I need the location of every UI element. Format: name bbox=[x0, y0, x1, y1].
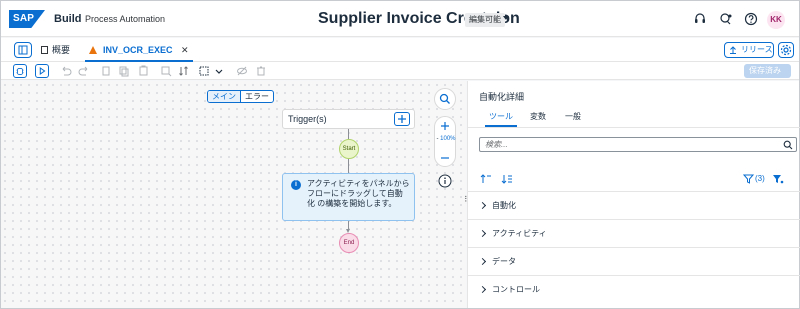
cut-icon[interactable] bbox=[99, 64, 113, 78]
list-item-data[interactable]: データ bbox=[468, 247, 800, 275]
editor-toolbar: 保存済み ✓ bbox=[1, 62, 799, 91]
tab-overview[interactable]: 概要 bbox=[41, 38, 70, 62]
hint-text: アクティビティをパネルから フローにドラッグして自動化 の構築を開始します。 bbox=[307, 179, 410, 208]
segment-error[interactable]: エラー bbox=[241, 91, 273, 102]
editor-tab-bar: 概要 INV_OCR_EXEC ✕ リリース bbox=[1, 38, 799, 62]
automation-icon bbox=[89, 46, 97, 54]
chevron-right-icon bbox=[478, 257, 487, 266]
zoom-control: - 100% bbox=[434, 116, 456, 167]
list-item-control[interactable]: コントロール bbox=[468, 275, 800, 303]
list-item-label: コントロール bbox=[492, 285, 540, 294]
close-icon[interactable]: ✕ bbox=[181, 45, 189, 55]
chevron-down-icon[interactable] bbox=[212, 64, 226, 78]
search-icon[interactable] bbox=[783, 140, 793, 150]
empty-flow-hint: i アクティビティをパネルから フローにドラッグして自動化 の構築を開始します。 bbox=[282, 173, 415, 221]
tab-variables[interactable]: 変数 bbox=[530, 111, 546, 127]
list-item-activity[interactable]: アクティビティ bbox=[468, 219, 800, 247]
product-name: Process Automation bbox=[85, 14, 166, 24]
list-item-label: データ bbox=[492, 257, 516, 266]
zoom-level: - 100% bbox=[436, 136, 456, 142]
start-node[interactable]: Start bbox=[339, 139, 359, 159]
automation-details-panel: 自動化詳細 ツール 変数 一般 検索... (3) 自動化 アクティビティ デー… bbox=[467, 81, 800, 308]
segment-main[interactable]: メイン bbox=[208, 91, 241, 102]
sort-icon[interactable] bbox=[177, 64, 191, 78]
tab-overview-label: 概要 bbox=[52, 45, 71, 55]
brand-name: Build bbox=[54, 13, 82, 25]
chevron-right-icon bbox=[478, 285, 487, 294]
sort-ascending-icon[interactable] bbox=[480, 174, 492, 184]
sap-logo[interactable]: SAP bbox=[9, 10, 45, 28]
filter-icon[interactable] bbox=[743, 174, 755, 184]
trigger-label: Trigger(s) bbox=[288, 114, 327, 124]
list-item-label: アクティビティ bbox=[492, 229, 547, 238]
saved-button[interactable]: 保存済み ✓ bbox=[744, 64, 791, 91]
edit-status-badge[interactable]: 編集可能 bbox=[465, 13, 505, 27]
tab-active-label: INV_OCR_EXEC bbox=[103, 45, 173, 55]
release-button[interactable]: リリース bbox=[724, 42, 774, 58]
feedback-icon[interactable] bbox=[719, 12, 733, 26]
tool-search-input[interactable]: 検索... bbox=[479, 137, 797, 152]
zoom-out-icon[interactable] bbox=[440, 153, 450, 163]
saved-label: 保存済み bbox=[749, 66, 781, 75]
tab-inv-ocr-exec[interactable]: INV_OCR_EXEC ✕ bbox=[85, 38, 193, 62]
flow-canvas[interactable]: メイン エラー Trigger(s) Start i アクティビティをパネルから… bbox=[1, 81, 470, 308]
chevron-right-icon bbox=[478, 229, 487, 238]
info-icon[interactable] bbox=[438, 174, 452, 188]
sidebar-toggle-button[interactable] bbox=[14, 42, 32, 58]
connector-line bbox=[348, 159, 349, 173]
connector-line bbox=[348, 129, 349, 139]
hide-icon[interactable] bbox=[235, 64, 249, 78]
panel-icon bbox=[18, 45, 28, 55]
copy-icon[interactable] bbox=[117, 64, 131, 78]
flow-segment-switch[interactable]: メイン エラー bbox=[207, 90, 274, 103]
search-icon bbox=[439, 93, 450, 104]
select-icon[interactable] bbox=[197, 64, 211, 78]
redo-icon[interactable] bbox=[77, 64, 91, 78]
release-label: リリース bbox=[741, 45, 773, 54]
search-placeholder: 検索... bbox=[485, 140, 508, 149]
list-item-automation[interactable]: 自動化 bbox=[468, 191, 800, 219]
document-icon bbox=[41, 46, 48, 54]
tab-tools[interactable]: ツール bbox=[485, 111, 517, 127]
filter-count[interactable]: (3) bbox=[755, 174, 765, 183]
headset-icon[interactable] bbox=[693, 12, 707, 26]
undo-icon[interactable] bbox=[59, 64, 73, 78]
upload-icon bbox=[730, 46, 736, 54]
delete-icon[interactable] bbox=[254, 64, 268, 78]
info-icon: i bbox=[291, 180, 301, 190]
plus-icon bbox=[398, 115, 406, 123]
shell-bar: SAP Build Process Automation Supplier In… bbox=[1, 1, 799, 37]
list-item-label: 自動化 bbox=[492, 201, 516, 210]
help-icon[interactable] bbox=[744, 12, 758, 26]
filter-settings-icon[interactable] bbox=[772, 174, 784, 184]
add-trigger-button[interactable] bbox=[394, 112, 410, 126]
debug-icon[interactable] bbox=[13, 64, 27, 78]
tab-general[interactable]: 一般 bbox=[565, 111, 581, 127]
play-icon[interactable] bbox=[35, 64, 49, 78]
sort-list-icon[interactable] bbox=[501, 174, 513, 184]
tab-divider bbox=[468, 127, 800, 128]
user-avatar[interactable]: KK bbox=[767, 11, 785, 29]
canvas-search-button[interactable] bbox=[434, 88, 456, 110]
tool-category-list: 自動化 アクティビティ データ コントロール bbox=[468, 191, 800, 303]
panel-title: 自動化詳細 bbox=[479, 92, 525, 102]
zoom-level-value: 100% bbox=[440, 136, 456, 142]
chevron-right-icon bbox=[478, 201, 487, 210]
chevron-down-icon[interactable] bbox=[503, 16, 509, 20]
trigger-node[interactable]: Trigger(s) bbox=[282, 109, 415, 129]
end-node[interactable]: End bbox=[339, 233, 359, 253]
paste-icon[interactable] bbox=[137, 64, 151, 78]
align-icon[interactable] bbox=[159, 64, 173, 78]
settings-button[interactable] bbox=[778, 42, 794, 58]
gear-icon bbox=[780, 44, 792, 56]
zoom-in-icon[interactable] bbox=[440, 121, 450, 131]
